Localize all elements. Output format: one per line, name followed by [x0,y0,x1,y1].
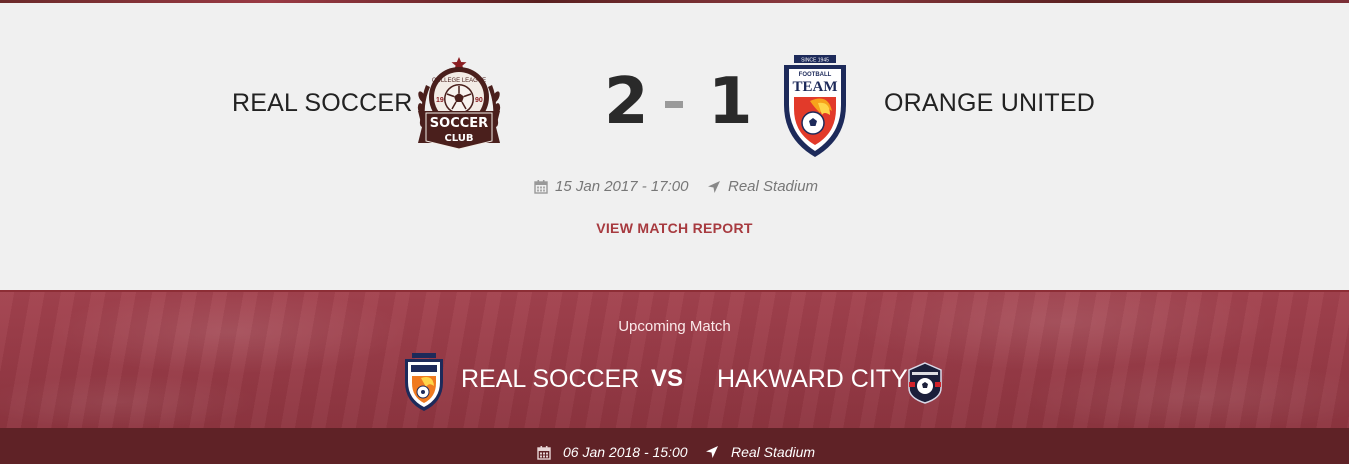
upcoming-match-title: Upcoming Match [618,318,731,335]
location-arrow-icon [708,180,720,193]
svg-text:SOCCER: SOCCER [430,116,488,131]
away-score: 1 [708,65,753,139]
svg-text:19: 19 [436,97,444,104]
football-team-crest-icon [405,353,443,411]
match-venue: Real Stadium [707,178,818,195]
svg-text:90: 90 [475,97,483,104]
home-score: 2 [604,65,649,139]
svg-text:TEAM: TEAM [793,79,838,95]
upcoming-match-section: Upcoming Match REAL SOCCER VS HAKWARD CI… [0,290,1349,428]
upcoming-match-venue: Real Stadium [705,444,815,460]
soccer-club-crest-icon: COLLEGE LEAGUE 19 90 SOCCER CLUB [417,57,501,150]
svg-text:FOOTBALL: FOOTBALL [799,72,832,78]
match-venue-text: Real Stadium [728,178,819,195]
football-team-crest-icon: SINCE 1945 FOOTBALL TEAM [784,55,846,157]
upcoming-match-date-text: 06 Jan 2018 - 15:00 [563,444,688,460]
home-team-name: REAL SOCCER [232,89,413,117]
match-date: 15 Jan 2017 - 17:00 [534,178,688,195]
versus-label: VS [651,365,684,392]
score-separator [665,101,683,108]
upcoming-match-date: 06 Jan 2018 - 15:00 [537,444,688,460]
calendar-icon [537,445,551,460]
soccer-club-crest-icon [908,362,942,404]
upcoming-away-team-name: HAKWARD CITY [717,365,908,393]
location-arrow-icon [706,446,718,458]
svg-text:SINCE 1945: SINCE 1945 [801,58,829,64]
upcoming-match-venue-text: Real Stadium [731,444,816,460]
last-match-result: REAL SOCCER COLLEGE LEAGUE 19 90 SOCCER [0,3,1349,290]
calendar-icon [534,180,548,194]
view-match-report-link[interactable]: VIEW MATCH REPORT [0,220,1349,236]
upcoming-home-team-name: REAL SOCCER [461,365,640,393]
away-team-name: ORANGE UNITED [884,89,1095,117]
match-date-text: 15 Jan 2017 - 17:00 [555,178,689,195]
svg-text:COLLEGE LEAGUE: COLLEGE LEAGUE [432,78,486,84]
upcoming-match-info-bar: 06 Jan 2018 - 15:00 Real Stadium [0,428,1349,464]
svg-text:CLUB: CLUB [444,133,473,144]
